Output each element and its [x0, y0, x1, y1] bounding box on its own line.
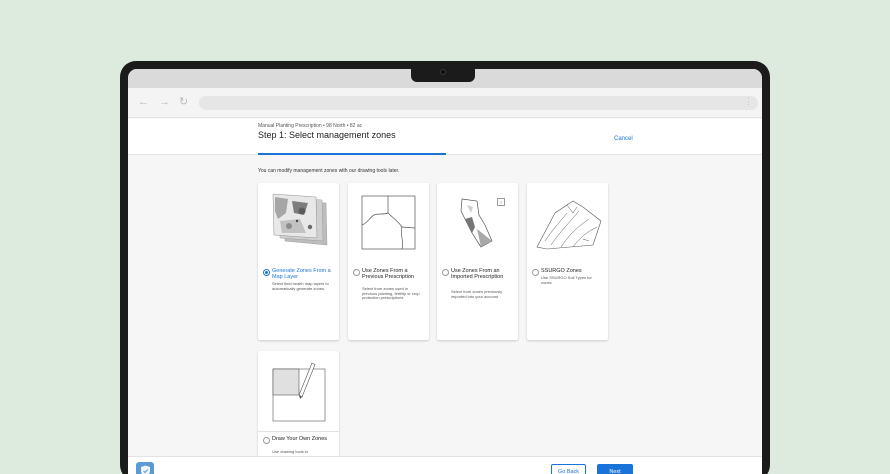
option-radio-map-layer[interactable]: [263, 269, 270, 276]
option-radio-draw-zones[interactable]: [263, 437, 270, 444]
option-radio-imported-prescription[interactable]: [442, 269, 449, 276]
wizard-footer: Go Back Next: [128, 456, 762, 474]
screen: ← → ↻ ⋮ Manual Planting Prescription • 9…: [128, 69, 762, 474]
intro-text: You can modify management zones with our…: [258, 168, 400, 174]
help-badge-icon[interactable]: ?: [497, 198, 505, 206]
camera-icon: [440, 69, 446, 75]
field-boundary-illustration: [361, 195, 416, 250]
option-card-imported-prescription[interactable]: ? Use Zones From an Imported Prescriptio…: [437, 183, 518, 340]
option-radio-previous-prescription[interactable]: [353, 269, 360, 276]
option-radio-ssurgo[interactable]: [532, 269, 539, 276]
option-title-draw-zones: Draw Your Own Zones: [272, 436, 328, 442]
laptop-frame: ← → ↻ ⋮ Manual Planting Prescription • 9…: [120, 61, 770, 474]
option-card-draw-zones[interactable]: Draw Your Own Zones Use drawing tools to: [258, 351, 339, 471]
option-card-ssurgo[interactable]: SSURGO Zones Use SSURGO Soil Types for z…: [527, 183, 608, 340]
option-title-map-layer: Generate Zones From a Map Layer: [272, 268, 331, 280]
option-title-previous-prescription: Use Zones From a Previous Prescription: [362, 268, 414, 280]
ssurgo-soil-illustration: [536, 200, 602, 250]
map-layer-illustration: [272, 193, 328, 246]
go-back-button[interactable]: Go Back: [551, 464, 586, 474]
page-title: Step 1: Select management zones: [258, 130, 396, 140]
browser-toolbar: ← → ↻ ⋮: [128, 88, 762, 118]
step-progress-underline: [258, 153, 446, 155]
option-desc-imported-prescription: Select from zones previously imported in…: [451, 289, 503, 299]
reload-icon[interactable]: ↻: [179, 95, 188, 109]
option-card-previous-prescription[interactable]: Use Zones From a Previous Prescription S…: [348, 183, 429, 340]
option-title-imported-prescription: Use Zones From an Imported Prescription: [451, 268, 504, 280]
browser-menu-icon[interactable]: ⋮: [744, 96, 753, 107]
address-bar[interactable]: [199, 96, 758, 110]
card-divider: [258, 431, 339, 432]
breadcrumb: Manual Planting Prescription • 98 North …: [258, 123, 363, 129]
option-desc-map-layer: Select field health map layers to automa…: [272, 281, 329, 291]
imported-zones-illustration: [460, 198, 493, 248]
next-button[interactable]: Next: [597, 464, 633, 474]
option-desc-ssurgo: Use SSURGO Soil Types for zones: [541, 275, 592, 285]
cancel-link[interactable]: Cancel: [614, 136, 633, 142]
back-arrow-icon[interactable]: ←: [138, 95, 149, 109]
option-card-map-layer[interactable]: Generate Zones From a Map Layer Select f…: [258, 183, 339, 340]
main-content: You can modify management zones with our…: [128, 156, 762, 471]
option-title-ssurgo: SSURGO Zones: [541, 268, 582, 274]
draw-zones-illustration: [272, 362, 326, 422]
option-desc-previous-prescription: Select from zones used in previous plant…: [362, 286, 420, 301]
shield-icon[interactable]: [136, 462, 154, 474]
wizard-header: Manual Planting Prescription • 98 North …: [128, 119, 762, 155]
forward-arrow-icon[interactable]: →: [159, 95, 170, 109]
option-desc-draw-zones: Use drawing tools to: [272, 449, 309, 454]
camera-notch: [411, 61, 475, 82]
